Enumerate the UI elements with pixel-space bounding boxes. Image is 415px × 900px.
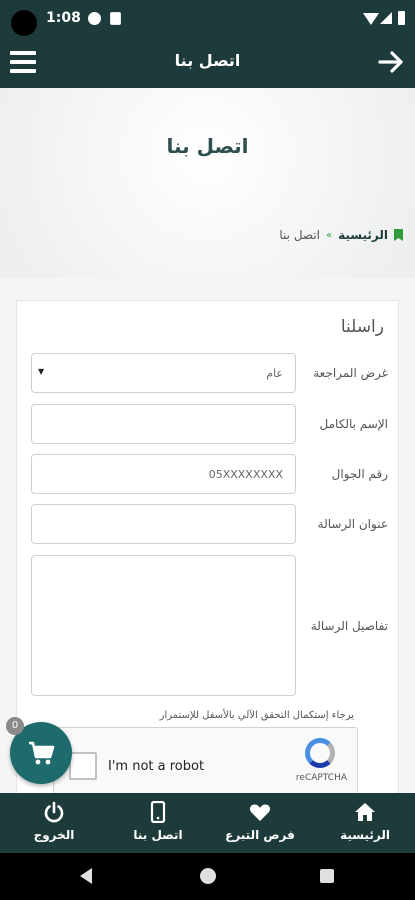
status-time: 1:08 (46, 10, 81, 26)
form-title: راسلنا (340, 317, 384, 337)
nav-item-donations[interactable]: فرص التبرع (215, 793, 305, 853)
nav-label-home: الرئيسية (340, 828, 390, 842)
home-icon (355, 803, 375, 821)
contact-form-card: راسلنا غرض المراجعة ▼ عام الإسم بالكامل … (16, 300, 399, 807)
page-header: اتصل بنا الرئيسية » اتصل بنا (0, 88, 415, 278)
fullname-input[interactable] (31, 404, 296, 444)
bottom-nav: الرئيسية فرص التبرع اتصل بنا الخروج (0, 793, 415, 853)
recaptcha-checkbox[interactable] (69, 752, 97, 780)
system-recents-icon[interactable] (320, 869, 334, 883)
page-title: اتصل بنا (166, 134, 249, 158)
notification-icon (88, 12, 101, 25)
power-icon (44, 801, 64, 823)
dropdown-caret-icon: ▼ (38, 367, 45, 376)
nav-label-contact: اتصل بنا (133, 828, 183, 842)
system-nav-bar (0, 853, 415, 900)
nav-item-logout[interactable]: الخروج (12, 793, 96, 853)
purpose-label: غرض المراجعة (313, 366, 388, 380)
details-textarea[interactable] (31, 555, 296, 696)
breadcrumb-home-link[interactable]: الرئيسية (338, 228, 388, 242)
mobile-input[interactable]: 05XXXXXXXX (31, 454, 296, 494)
purpose-select[interactable]: ▼ عام (31, 353, 296, 393)
cart-count-badge: 0 (6, 717, 24, 735)
subject-label: عنوان الرسالة (317, 517, 388, 531)
wifi-icon (363, 13, 379, 25)
nav-item-home[interactable]: الرئيسية (323, 793, 407, 853)
sim-card-icon (110, 12, 121, 25)
battery-icon (398, 11, 405, 25)
app-bar-title: اتصل بنا (174, 51, 241, 70)
signal-icon (380, 12, 392, 24)
nav-label-donations: فرص التبرع (225, 828, 295, 842)
breadcrumb-current: اتصل بنا (279, 228, 320, 242)
fullname-label: الإسم بالكامل (319, 417, 388, 431)
purpose-select-value: عام (266, 367, 283, 380)
arrow-right-icon[interactable] (377, 48, 405, 76)
bookmark-icon (394, 229, 403, 241)
nav-item-contact[interactable]: اتصل بنا (116, 793, 200, 853)
system-back-icon[interactable] (80, 868, 92, 884)
breadcrumb-separator: » (326, 229, 333, 241)
recaptcha-label: I'm not a robot (108, 759, 205, 774)
app-bar: اتصل بنا (0, 38, 415, 88)
camera-cutout (11, 10, 37, 36)
mobile-label: رقم الجوال (331, 467, 388, 481)
phone-icon (150, 801, 166, 823)
recaptcha-logo-icon (305, 738, 335, 768)
system-home-icon[interactable] (200, 868, 216, 884)
mobile-input-value: 05XXXXXXXX (208, 468, 283, 481)
heart-icon (250, 804, 270, 821)
captcha-note: يرجاء إستكمال التحقق الآلي بالأسفل للإست… (159, 710, 354, 721)
nav-label-logout: الخروج (33, 828, 75, 842)
subject-input[interactable] (31, 504, 296, 544)
breadcrumb: الرئيسية » اتصل بنا (279, 228, 403, 242)
details-label: تفاصيل الرسالة (310, 619, 388, 633)
recaptcha-brand: reCAPTCHA (295, 773, 347, 783)
shopping-cart-icon (29, 741, 55, 765)
status-bar: 1:08 (0, 0, 415, 38)
